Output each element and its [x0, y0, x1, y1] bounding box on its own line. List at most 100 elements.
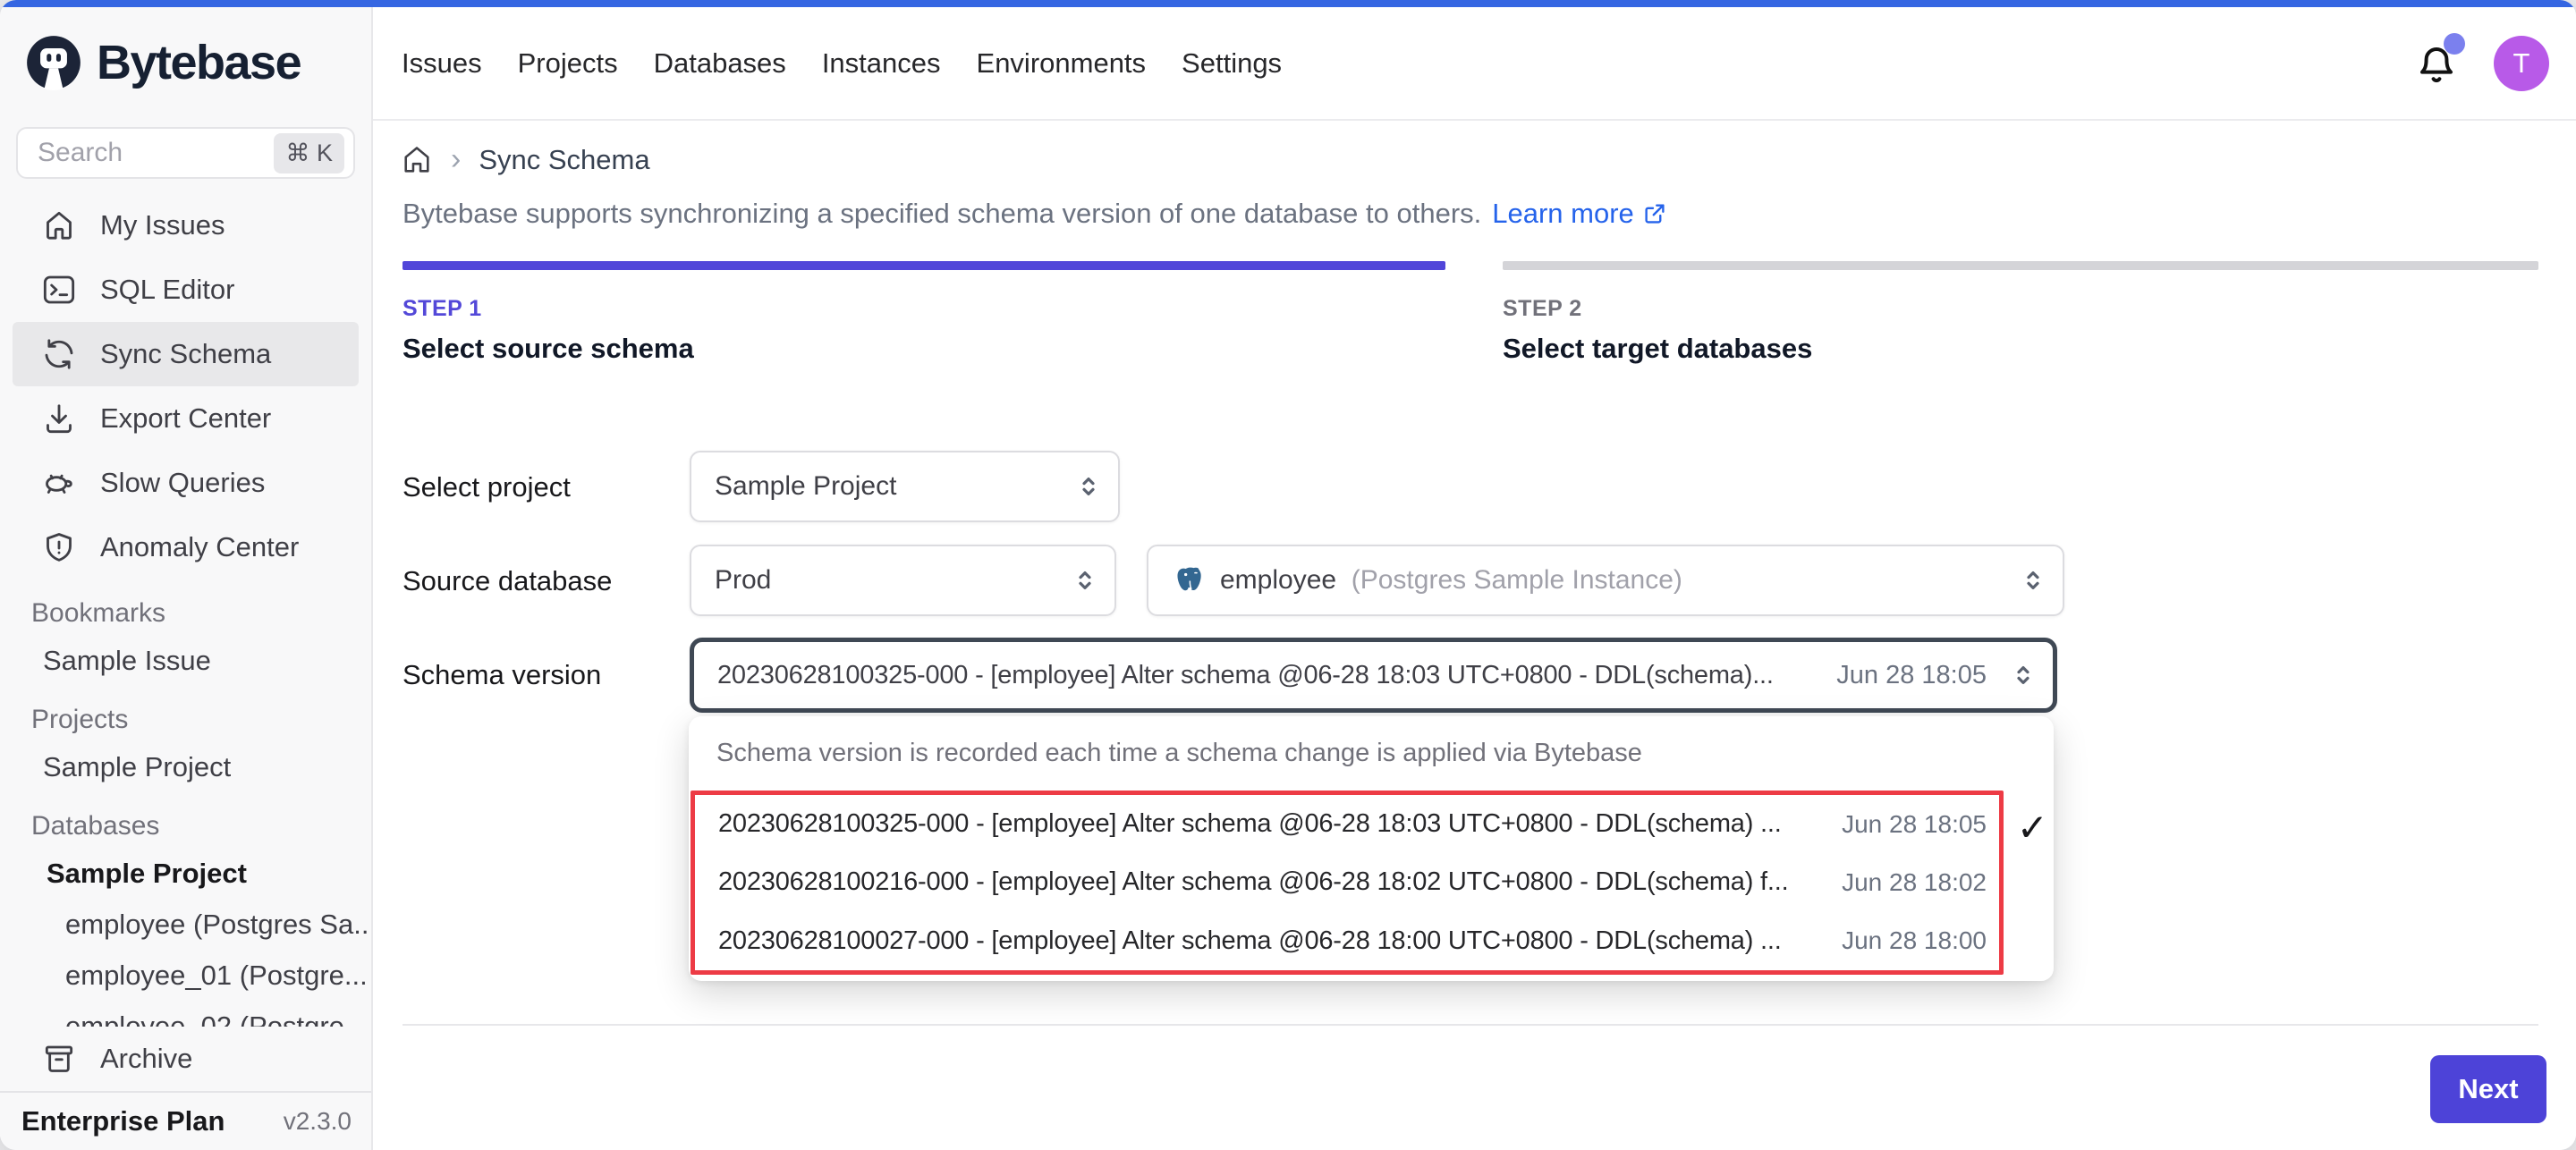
sidebar-item-label: Anomaly Center — [100, 531, 299, 563]
loading-progress-bar — [0, 0, 2576, 7]
sidebar-item-label: Export Center — [100, 402, 271, 435]
sidebar-item-label: SQL Editor — [100, 274, 234, 306]
schema-version-option-2[interactable]: 20230628100216-000 - [employee] Alter sc… — [695, 853, 1999, 911]
dropdown-hint: Schema version is recorded each time a s… — [689, 716, 2054, 768]
page-description: Bytebase supports synchronizing a specif… — [402, 198, 1668, 230]
learn-more-label: Learn more — [1492, 198, 1634, 230]
sidebar-db-group-sample-project[interactable]: Sample Project — [0, 848, 371, 899]
next-button[interactable]: Next — [2430, 1055, 2546, 1123]
selected-check-icon: ✓ — [2017, 806, 2048, 850]
sidebar: Bytebase ⌘ K My Issues — [0, 7, 373, 1150]
breadcrumb-separator: › — [451, 142, 461, 177]
plan-name: Enterprise Plan — [21, 1105, 225, 1137]
section-title-projects: Projects — [0, 698, 371, 741]
sidebar-item-archive[interactable]: Archive — [13, 1027, 359, 1091]
sidebar-item-label: Slow Queries — [100, 467, 265, 499]
environment-select-value: Prod — [715, 565, 1057, 596]
top-navigation-bar: Issues Projects Databases Instances Envi… — [373, 7, 2576, 121]
unfold-chevrons-icon — [2008, 660, 2038, 690]
option-text: 20230628100027-000 - [employee] Alter sc… — [718, 926, 1829, 956]
schema-version-select-value: 20230628100325-000 - [employee] Alter sc… — [717, 661, 1824, 690]
nav-issues[interactable]: Issues — [402, 47, 482, 80]
sidebar-item-label: Archive — [100, 1043, 192, 1075]
sidebar-item-my-issues[interactable]: My Issues — [13, 193, 359, 258]
section-title-bookmarks: Bookmarks — [0, 592, 371, 635]
option-date: Jun 28 18:00 — [1842, 926, 1987, 955]
schema-version-dropdown: Schema version is recorded each time a s… — [689, 716, 2054, 981]
nav-databases[interactable]: Databases — [654, 47, 786, 80]
page-description-text: Bytebase supports synchronizing a specif… — [402, 198, 1481, 230]
nav-settings[interactable]: Settings — [1182, 47, 1282, 80]
database-name: employee — [1220, 565, 1336, 595]
option-date: Jun 28 18:05 — [1842, 810, 1987, 839]
sidebar-item-sql-editor[interactable]: SQL Editor — [13, 258, 359, 322]
highlight-red-box: 20230628100325-000 - [employee] Alter sc… — [691, 791, 2004, 975]
postgresql-icon — [1172, 562, 1208, 598]
database-select-value: employee (Postgres Sample Instance) — [1220, 565, 2005, 596]
project-select[interactable]: Sample Project — [690, 451, 1120, 522]
user-avatar[interactable]: T — [2494, 36, 2549, 91]
sidebar-item-sample-project[interactable]: Sample Project — [0, 741, 371, 792]
shield-alert-icon — [41, 529, 77, 565]
breadcrumb: › Sync Schema — [401, 142, 650, 177]
project-select-value: Sample Project — [715, 471, 1061, 502]
bytebase-logo-icon — [25, 34, 82, 91]
step-2-title: Select target databases — [1503, 333, 1812, 365]
option-text: 20230628100325-000 - [employee] Alter sc… — [718, 809, 1829, 839]
footer-divider — [402, 1024, 2538, 1026]
section-title-databases: Databases — [0, 805, 371, 848]
nav-environments[interactable]: Environments — [977, 47, 1147, 80]
source-database-label: Source database — [402, 565, 612, 597]
turtle-icon — [41, 465, 77, 501]
select-project-label: Select project — [402, 471, 571, 503]
download-icon — [41, 401, 77, 436]
sidebar-db-employee-02[interactable]: employee_02 (Postgre — [0, 1001, 371, 1027]
learn-more-link[interactable]: Learn more — [1492, 198, 1668, 230]
sidebar-db-employee-01[interactable]: employee_01 (Postgre... — [0, 950, 371, 1001]
step-2-eyebrow: STEP 2 — [1503, 296, 1812, 322]
sidebar-item-label: My Issues — [100, 209, 225, 241]
step-1-title: Select source schema — [402, 333, 694, 365]
nav-instances[interactable]: Instances — [822, 47, 941, 80]
sidebar-item-sync-schema[interactable]: Sync Schema — [13, 322, 359, 386]
sidebar-db-employee[interactable]: employee (Postgres Sa... — [0, 899, 371, 950]
unfold-chevrons-icon — [1073, 471, 1104, 502]
main-content: › Sync Schema Bytebase supports synchron… — [373, 121, 2576, 1150]
external-link-icon — [1641, 200, 1668, 227]
schema-version-option-3[interactable]: 20230628100027-000 - [employee] Alter sc… — [695, 912, 1999, 970]
bytebase-logo[interactable]: Bytebase — [0, 7, 371, 91]
environment-select[interactable]: Prod — [690, 545, 1116, 616]
nav-projects[interactable]: Projects — [518, 47, 618, 80]
database-instance: (Postgres Sample Instance) — [1352, 565, 1682, 595]
search-input[interactable] — [36, 137, 274, 169]
sidebar-item-anomaly-center[interactable]: Anomaly Center — [13, 515, 359, 579]
terminal-icon — [41, 272, 77, 308]
home-icon — [41, 207, 77, 243]
schema-version-select[interactable]: 20230628100325-000 - [employee] Alter sc… — [690, 638, 2057, 713]
option-date: Jun 28 18:02 — [1842, 868, 1987, 897]
search-box[interactable]: ⌘ K — [16, 127, 355, 179]
database-select[interactable]: employee (Postgres Sample Instance) — [1147, 545, 2064, 616]
schema-version-option-1[interactable]: 20230628100325-000 - [employee] Alter sc… — [695, 795, 1999, 853]
step-2-header: STEP 2 Select target databases — [1503, 296, 1812, 365]
plan-footer[interactable]: Enterprise Plan v2.3.0 — [0, 1091, 371, 1150]
sync-icon — [41, 336, 77, 372]
schema-version-label: Schema version — [402, 659, 601, 691]
step2-progress-bar — [1503, 261, 2538, 270]
sidebar-menu: My Issues SQL Editor — [0, 193, 371, 579]
app-version: v2.3.0 — [284, 1107, 352, 1136]
sidebar-item-slow-queries[interactable]: Slow Queries — [13, 451, 359, 515]
breadcrumb-home-icon[interactable] — [401, 144, 433, 176]
sidebar-item-sample-issue[interactable]: Sample Issue — [0, 635, 371, 686]
unfold-chevrons-icon — [2018, 565, 2048, 596]
step1-progress-bar — [402, 261, 1445, 270]
option-text: 20230628100216-000 - [employee] Alter sc… — [718, 867, 1829, 897]
logo-text: Bytebase — [97, 35, 301, 90]
step-1-header: STEP 1 Select source schema — [402, 296, 694, 365]
sidebar-item-label: Sync Schema — [100, 338, 271, 370]
notification-bell-button[interactable] — [2415, 42, 2458, 85]
sidebar-item-export-center[interactable]: Export Center — [13, 386, 359, 451]
step-1-eyebrow: STEP 1 — [402, 296, 694, 322]
notification-dot — [2444, 33, 2465, 55]
schema-version-select-date: Jun 28 18:05 — [1836, 661, 1987, 690]
